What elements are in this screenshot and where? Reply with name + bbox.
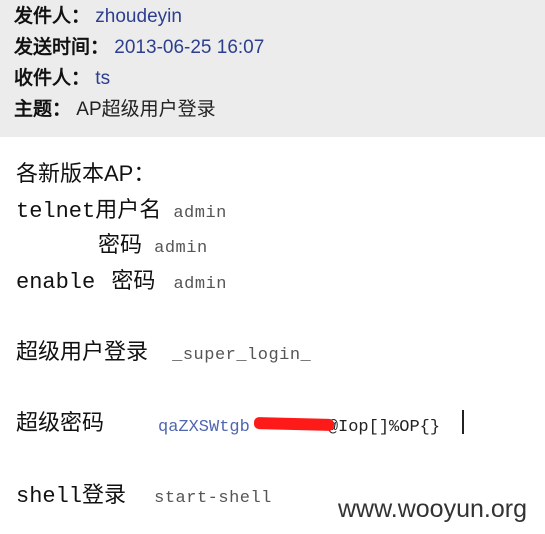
password-line: 密码 admin [98,231,208,263]
super-password-line: 超级密码 [16,409,104,437]
intro-line: 各新版本AP： [16,161,156,186]
watermark: www.wooyun.org [338,489,543,529]
super-login-label: 超级用户登录 [16,339,149,364]
telnet-label: 用户名 [95,197,162,222]
enable-label: 密码 [111,268,156,293]
sender-row: 发件人： zhoudeyin [14,5,182,29]
telnet-line: telnet用户名 admin [16,196,227,228]
email-header: 发件人： zhoudeyin 发送时间： 2013-06-25 16:07 收件… [0,0,545,137]
recipient-row: 收件人： ts [14,67,110,91]
shell-prefix: shell [16,484,83,509]
super-password-start: qaZXSWtgb [158,418,250,437]
telnet-value: admin [173,204,227,223]
sent-time-row: 发送时间： 2013-06-25 16:07 [14,36,264,60]
enable-value: admin [173,275,227,294]
super-password-end: @Iop[]%OP{} [327,418,441,437]
sent-time-value: 2013-06-25 16:07 [114,37,265,58]
sender-value[interactable]: zhoudeyin [95,6,182,27]
super-password-label: 超级密码 [16,410,105,435]
password-value: admin [154,239,208,258]
subject-row: 主题： AP超级用户登录 [14,98,216,122]
password-label: 密码 [98,232,143,257]
sent-time-label: 发送时间： [14,37,110,58]
super-login-value: _super_login_ [172,346,312,365]
shell-line: shell登录 start-shell [16,481,272,513]
shell-value: start-shell [154,489,272,508]
redaction-mark [253,416,335,432]
recipient-value[interactable]: ts [95,68,110,89]
sender-label: 发件人： [14,6,91,27]
subject-value: AP超级用户登录 [76,99,216,120]
enable-line: enable 密码 admin [16,267,227,299]
shell-label: 登录 [82,482,127,507]
super-login-line: 超级用户登录 _super_login_ [16,338,311,370]
recipient-label: 收件人： [14,68,91,89]
subject-label: 主题： [14,99,72,120]
enable-prefix: enable [16,270,96,295]
telnet-prefix: telnet [16,199,96,224]
text-cursor [462,410,464,434]
